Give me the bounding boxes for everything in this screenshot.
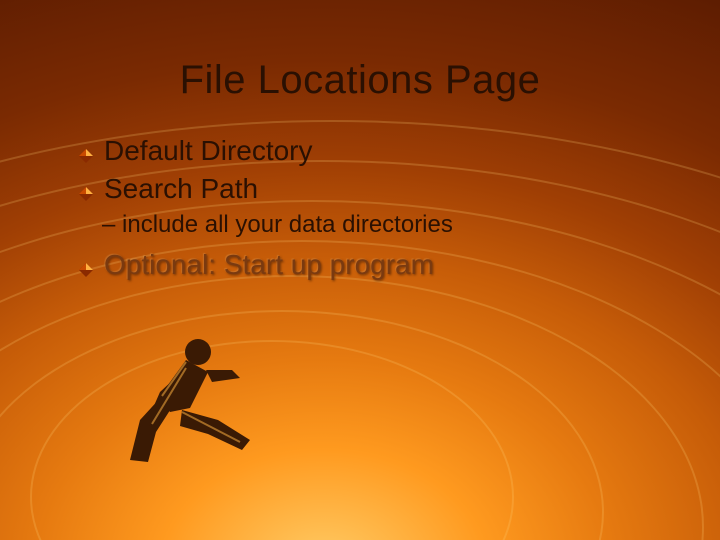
runner-silhouette [90,300,260,470]
sub-bullet: – include all your data directories [102,211,680,239]
diamond-bullet-icon [78,186,94,207]
diamond-bullet-icon [78,262,94,283]
slide-body: Default Directory Search Path – include … [78,135,680,287]
bullet-text: Optional: Start up program [104,249,434,281]
bullet-item-optional: Optional: Start up program [78,249,680,281]
bullet-text: Default Directory [104,135,313,167]
diamond-bullet-icon [78,148,94,169]
slide-title: File Locations Page [0,58,720,103]
bullet-item: Default Directory [78,135,680,167]
bullet-item: Search Path [78,173,680,205]
slide: File Locations Page Default Directory [0,0,720,540]
bullet-text: Search Path [104,173,258,205]
